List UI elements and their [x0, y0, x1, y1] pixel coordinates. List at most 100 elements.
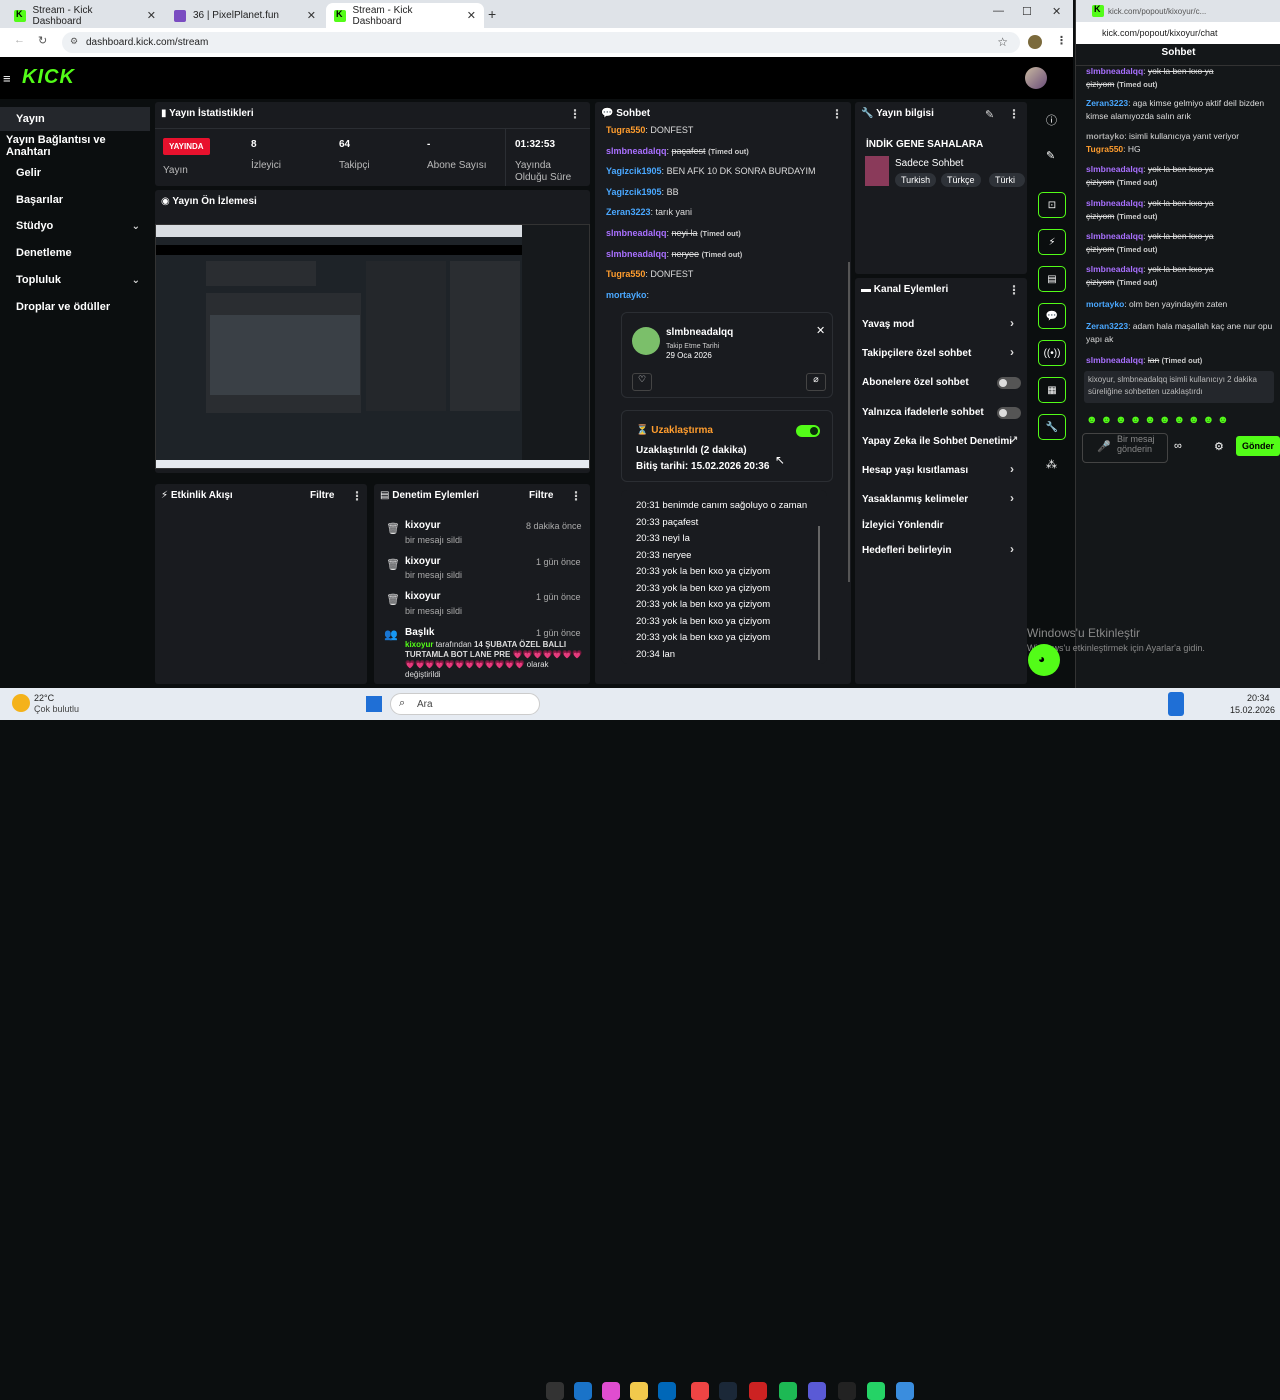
chevron-right-icon[interactable]: › — [1010, 542, 1014, 556]
chat-username[interactable]: slmbneadalqq — [606, 249, 667, 259]
heart-icon[interactable]: ♡ — [632, 373, 652, 391]
chevron-right-icon[interactable]: › — [1010, 345, 1014, 359]
chat-message[interactable]: Yagizcik1905: BB — [606, 187, 679, 197]
rail-layout-button[interactable]: ▦ — [1038, 377, 1066, 403]
chat-message[interactable]: slmbneadalqq: paçafest (Timed out) — [606, 146, 749, 156]
menu-icon[interactable]: ⋮ — [1056, 34, 1067, 47]
channel-action-item[interactable]: İzleyici Yönlendir — [862, 520, 944, 531]
send-button[interactable]: Gönder — [1236, 436, 1280, 456]
app-icon[interactable] — [838, 1382, 856, 1400]
channel-action-item[interactable]: Takipçilere özel sohbet — [862, 348, 971, 359]
tag[interactable]: Turkish — [895, 173, 937, 187]
more-options-icon[interactable]: ⋮ — [570, 489, 582, 503]
popout-message[interactable]: slmbneadalqq: yok la ben kxo ya çiziyom (… — [1086, 65, 1274, 91]
chat-message[interactable]: Tugra550: DONFEST — [606, 269, 693, 279]
rail-chat-button[interactable]: 💬 — [1038, 303, 1066, 329]
app2-icon[interactable] — [896, 1382, 914, 1400]
users-icon[interactable]: ⁂ — [1046, 458, 1057, 471]
popout-message[interactable]: Zeran3223: adam hala maşallah kaç ane nu… — [1086, 320, 1274, 346]
chat-username[interactable]: slmbneadalqq — [606, 228, 667, 238]
chat-username[interactable]: mortayko — [1086, 131, 1124, 141]
store-icon[interactable] — [658, 1382, 676, 1400]
chat-username[interactable]: Yagizcik1905 — [606, 166, 662, 176]
reload-icon[interactable]: ↻ — [38, 34, 47, 47]
chat-username[interactable]: slmbneadalqq — [1086, 264, 1143, 274]
copilot-icon[interactable] — [602, 1382, 620, 1400]
support-button[interactable]: ◕ — [1028, 644, 1060, 676]
tab-kick-dashboard-2[interactable]: Stream - Kick Dashboard ✕ — [326, 3, 484, 28]
popout-message[interactable]: slmbneadalqq: yok la ben kxo ya çiziyom (… — [1086, 230, 1274, 256]
chat-username[interactable]: Tugra550 — [606, 125, 645, 135]
close-icon[interactable]: ✕ — [816, 324, 825, 337]
channel-action-item[interactable]: Hesap yaşı kısıtlaması — [862, 465, 968, 476]
user-avatar[interactable] — [1025, 67, 1047, 89]
chat-username[interactable]: Tugra550 — [606, 269, 645, 279]
mic-off-icon[interactable]: ⌀ — [806, 373, 826, 391]
chat-message[interactable]: slmbneadalqq: neryee (Timed out) — [606, 249, 742, 259]
chevron-right-icon[interactable]: › — [1010, 316, 1014, 330]
chat-username[interactable]: mortayko — [1086, 299, 1124, 309]
mic-tray-icon[interactable] — [1168, 692, 1184, 716]
channel-action-item[interactable]: Hedefleri belirleyin — [862, 545, 951, 556]
emote-bar[interactable]: ☻☻☻☻☻☻☻☻☻☻ — [1086, 414, 1266, 428]
channel-action-item[interactable]: Yavaş mod — [862, 319, 914, 330]
info-icon[interactable]: ⓘ — [1046, 112, 1057, 128]
hamburger-menu-icon[interactable]: ≡ — [3, 71, 11, 86]
chat-username[interactable]: slmbneadalqq — [1086, 66, 1143, 76]
steam-icon[interactable] — [719, 1382, 737, 1400]
close-window-button[interactable]: ✕ — [1052, 5, 1061, 18]
new-tab-button[interactable]: + — [488, 6, 496, 22]
external-link-icon[interactable]: ↗ — [1010, 435, 1018, 446]
back-icon[interactable]: ← — [14, 34, 25, 46]
more-options-icon[interactable]: ⋮ — [1008, 283, 1020, 297]
rail-wrench-button[interactable]: 🔧 — [1038, 414, 1066, 440]
activity-filter-button[interactable]: Filtre — [310, 490, 334, 501]
chat-username[interactable]: slmbneadalqq — [1086, 355, 1143, 365]
close-icon[interactable]: ✕ — [307, 9, 316, 22]
popout-message[interactable]: mortayko: isimli kullanıcıya yanıt veriy… — [1086, 130, 1274, 143]
toggle-switch[interactable] — [997, 407, 1021, 419]
rail-broadcast-button[interactable]: ((•)) — [1038, 340, 1066, 366]
bookmark-star-icon[interactable]: ☆ — [997, 35, 1008, 49]
task-view-icon[interactable] — [546, 1382, 564, 1400]
chat-username[interactable]: Tugra550 — [1086, 144, 1123, 154]
channel-action-item[interactable]: Yapay Zeka ile Sohbet Denetimi — [862, 436, 1012, 447]
chat-username[interactable]: Zeran3223 — [1086, 321, 1128, 331]
explorer-icon[interactable] — [630, 1382, 648, 1400]
pencil-icon[interactable]: ✎ — [1046, 149, 1055, 162]
rail-capture-button[interactable]: ⊡ — [1038, 192, 1066, 218]
more-options-icon[interactable]: ⋮ — [1008, 107, 1020, 121]
tab-kick-dashboard-1[interactable]: Stream - Kick Dashboard ✕ — [6, 3, 164, 28]
minimize-button[interactable]: — — [993, 5, 1004, 17]
kick-logo[interactable]: KICK — [22, 66, 75, 89]
taskbar-search[interactable]: ⌕ Ara — [390, 693, 540, 715]
chat-username[interactable]: Yagizcik1905 — [606, 187, 662, 197]
tag[interactable]: Türkçe — [941, 173, 981, 187]
popout-message[interactable]: Zeran3223: aga kimse gelmiyo aktif deil … — [1086, 97, 1274, 123]
chevron-right-icon[interactable]: › — [1010, 491, 1014, 505]
chat-message[interactable]: slmbneadalqq: neyi la (Timed out) — [606, 228, 741, 238]
chevron-right-icon[interactable]: › — [1010, 462, 1014, 476]
settings-icon[interactable]: ⚙ — [1214, 440, 1224, 453]
more-options-icon[interactable]: ⋮ — [569, 107, 581, 121]
mic-icon[interactable]: 🎤 — [1097, 440, 1111, 453]
windows-start-icon[interactable] — [366, 696, 382, 712]
sidebar-item-denetleme[interactable]: Denetleme — [0, 241, 150, 265]
chat-username[interactable]: slmbneadalqq — [1086, 231, 1143, 241]
opera-icon[interactable] — [749, 1382, 767, 1400]
toggle-switch[interactable] — [997, 377, 1021, 389]
stream-preview-video[interactable] — [155, 224, 590, 469]
popout-message[interactable]: mortayko: olm ben yayindayim zaten — [1086, 298, 1274, 311]
channel-action-item[interactable]: Yalnızca ifadelerle sohbet — [862, 407, 984, 418]
channel-action-item[interactable]: Abonelere özel sohbet — [862, 377, 969, 388]
chat-message[interactable]: Zeran3223: tarık yani — [606, 207, 692, 217]
chat-username[interactable]: slmbneadalqq — [606, 146, 667, 156]
chat-username[interactable]: mortayko — [606, 290, 647, 300]
popout-message[interactable]: slmbneadalqq: yok la ben kxo ya çiziyom (… — [1086, 163, 1274, 189]
popout-message[interactable]: slmbneadalqq: yok la ben kxo ya çiziyom (… — [1086, 197, 1274, 223]
rail-bolt-button[interactable]: ⚡ — [1038, 229, 1066, 255]
chat-message[interactable]: mortayko: — [606, 290, 649, 300]
url-field[interactable]: ⚙ dashboard.kick.com/stream ☆ — [62, 32, 1020, 53]
chat-username[interactable]: Zeran3223 — [606, 207, 651, 217]
sidebar-item-yayin-baglantisi[interactable]: Yayın Bağlantısı ve Anahtarı — [0, 134, 150, 158]
